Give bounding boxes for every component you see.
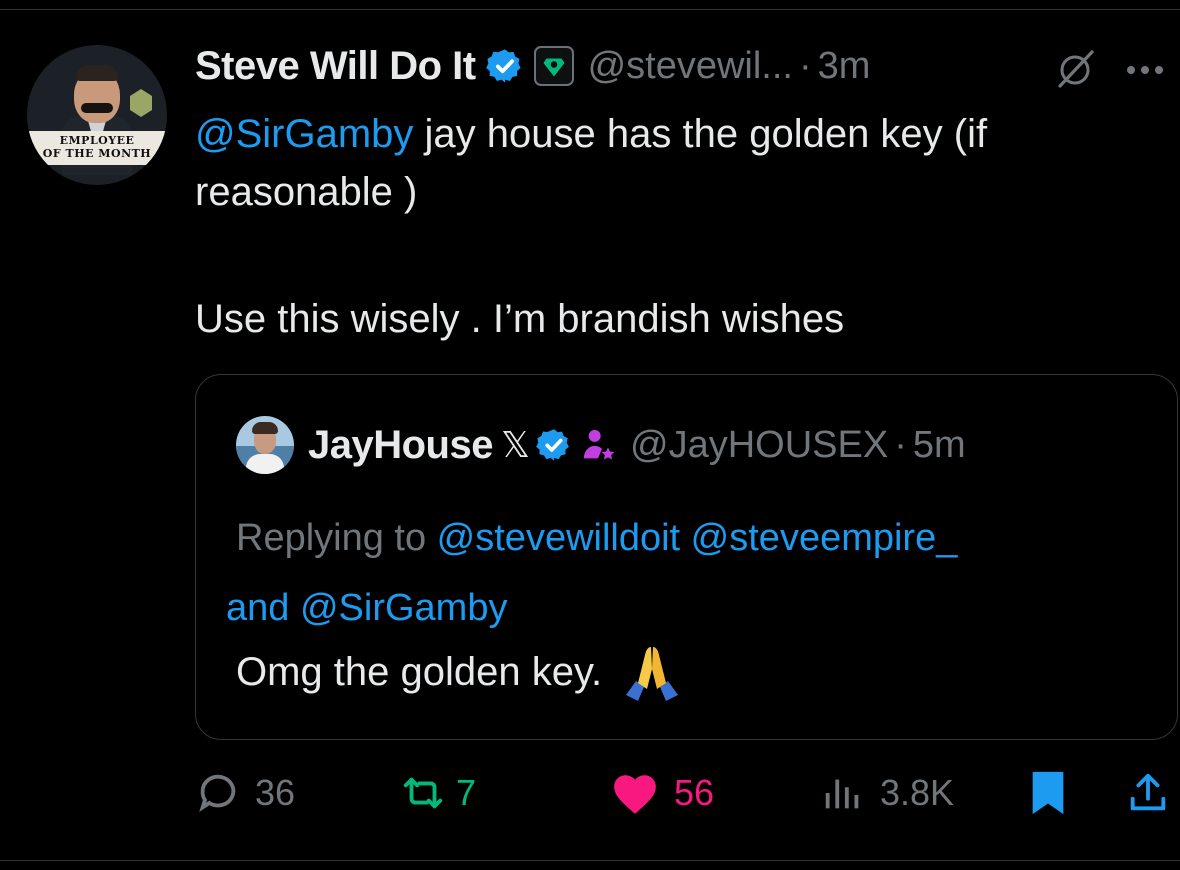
views-button[interactable]: 3.8K — [820, 768, 954, 818]
bookmark-icon — [1032, 771, 1064, 815]
more-icon[interactable] — [1115, 48, 1175, 84]
like-count: 56 — [674, 772, 715, 813]
author-name[interactable]: Steve Will Do It — [195, 44, 476, 89]
quote-text-row: Omg the golden key. — [236, 643, 684, 701]
repost-count: 7 — [456, 772, 477, 813]
bottom-divider — [0, 860, 1180, 861]
avatar-mustache — [81, 103, 113, 113]
quote-author-handle[interactable]: @JayHOUSEX — [630, 424, 888, 467]
reply-count: 36 — [255, 772, 296, 813]
tweet-header: Steve Will Do It @stevewil... · 3m — [195, 40, 870, 92]
reply-and: and — [226, 587, 300, 629]
share-button[interactable] — [1125, 768, 1171, 818]
verified-badge-icon[interactable] — [485, 47, 524, 85]
tweet-paragraph-2: Use this wisely . I’m brandish wishes — [195, 297, 845, 341]
views-icon — [825, 779, 859, 809]
repost-button[interactable]: 7 — [400, 768, 476, 818]
author-handle[interactable]: @stevewil... — [588, 45, 793, 88]
quote-text: Omg the golden key. — [236, 649, 603, 694]
top-divider — [0, 9, 1180, 10]
avatar-hair — [76, 65, 118, 81]
reply-icon — [199, 774, 236, 812]
x-logo-icon: 𝕏 — [500, 424, 530, 465]
plaque-line1: EMPLOYEE — [59, 134, 135, 147]
tweet-text: @SirGamby jay house has the golden key (… — [195, 105, 1165, 221]
quote-author-name[interactable]: JayHouse — [308, 423, 493, 468]
bookmark-button[interactable] — [1025, 768, 1071, 818]
person-star-icon — [583, 429, 615, 460]
reply-mention-2[interactable]: @steveempire_ — [691, 517, 958, 559]
avatar-plaque: EMPLOYEE OF THE MONTH — [27, 131, 167, 165]
reply-space — [680, 517, 691, 559]
quote-header: JayHouse 𝕏 @JayHOUSEX · 5m — [236, 416, 966, 474]
quote-time[interactable]: 5m — [913, 424, 966, 467]
view-count: 3.8K — [880, 772, 955, 813]
repost-icon — [403, 777, 443, 809]
replying-to: Replying to @stevewilldoit @steveempire_… — [226, 503, 1166, 643]
quote-avatar[interactable] — [236, 416, 294, 474]
avatar-badge — [130, 89, 152, 117]
grok-icon[interactable] — [1050, 48, 1100, 92]
like-button[interactable]: 56 — [610, 768, 714, 818]
heart-icon — [614, 775, 656, 814]
reply-mention-1[interactable]: @stevewilldoit — [437, 517, 680, 559]
reply-button[interactable]: 36 — [195, 768, 295, 818]
separator-dot: · — [798, 44, 812, 87]
share-icon — [1130, 773, 1166, 811]
replying-prefix: Replying to — [236, 517, 437, 559]
praying-hands-emoji — [626, 647, 679, 701]
quote-separator-dot: · — [894, 423, 907, 466]
verified-badge-icon — [536, 429, 569, 461]
mention-link[interactable]: @SirGamby — [195, 112, 413, 156]
quote-avatar-hair — [252, 422, 278, 434]
tweet-time[interactable]: 3m — [818, 45, 871, 88]
author-avatar[interactable]: EMPLOYEE OF THE MONTH — [27, 45, 167, 185]
reply-mention-3[interactable]: @SirGamby — [300, 587, 508, 629]
plaque-line2: OF THE MONTH — [42, 147, 152, 160]
quote-avatar-shirt — [246, 454, 284, 474]
quoted-tweet[interactable]: JayHouse 𝕏 @JayHOUSEX · 5m Replying to @… — [195, 374, 1178, 740]
affiliate-badge-icon[interactable] — [533, 46, 574, 86]
